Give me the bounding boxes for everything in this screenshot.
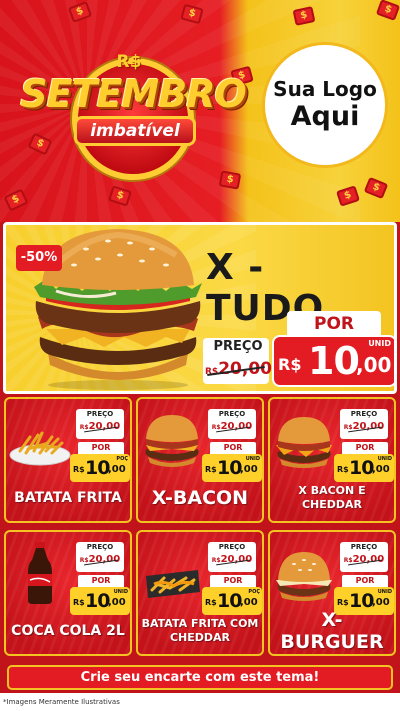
burger-image [276, 552, 332, 601]
por-label: POR [210, 442, 256, 454]
por-label: POR [287, 311, 381, 337]
money-bag-icon: $ [375, 0, 400, 21]
product-card-batata-cheddar[interactable]: PREÇO R$20,00 POR R$ 10 ,00 POÇ BATATA F… [136, 530, 264, 656]
por-label: POR [210, 575, 256, 587]
featured-price: R$ 10 ,00 UNID [272, 335, 394, 387]
price-cents: ,00 [108, 464, 126, 475]
price-integer: 10 [349, 457, 374, 479]
old-price-label: PREÇO [86, 543, 114, 551]
price-integer: 10 [217, 590, 242, 612]
product-card-x-burguer[interactable]: PREÇO R$20,00 POR R$ 10 ,00 UNID X-BURGU… [268, 530, 396, 656]
old-price-label: PREÇO [86, 410, 114, 418]
price-integer: 10 [217, 457, 242, 479]
featured-product[interactable]: -50% X - TUDO PREÇO R$20,00 POR R$ 10 ,0… [3, 222, 397, 394]
create-flyer-button[interactable]: Crie seu encarte com este tema! [7, 665, 393, 690]
header-banner: $ $ $ $ $ $ $ $ $ $ $ R$ SETEMBRO imbatí… [0, 0, 400, 222]
discount-badge: -50% [16, 245, 62, 271]
old-price: R$20,00 [205, 359, 272, 381]
price-integer: 10 [85, 590, 110, 612]
price-currency: R$ [73, 465, 85, 474]
price-integer: 10 [85, 457, 110, 479]
price-currency: R$ [205, 465, 217, 474]
fries-image [9, 431, 71, 466]
old-price-label: PREÇO [350, 543, 378, 551]
old-price: R$20,00 [76, 421, 124, 437]
price-unit: POÇ [116, 456, 128, 462]
price-currency: R$ [278, 355, 302, 374]
soda-bottle-image [28, 542, 52, 604]
product-name: BATATA FRITA COM CHEDDAR [141, 617, 259, 644]
fries-cheddar-image [146, 570, 200, 598]
old-price: R$20,00 [340, 421, 388, 437]
old-price: R$20,00 [208, 554, 256, 570]
por-label: POR [78, 575, 124, 587]
por-label: POR [78, 442, 124, 454]
price-currency: R$ [337, 465, 349, 474]
headline: SETEMBRO [20, 72, 247, 116]
price-unit: POÇ [248, 589, 260, 595]
price-integer: 10 [308, 339, 360, 383]
product-name: X-BURGUER [280, 609, 384, 653]
logo-placeholder[interactable]: Sua Logo Aqui [265, 45, 385, 165]
product-name: X BACON E CHEDDAR [298, 484, 366, 511]
por-label: POR [342, 442, 388, 454]
currency-symbol: R$ [116, 52, 142, 72]
price-unit: UNID [113, 589, 128, 595]
price-cents: ,00 [372, 597, 390, 608]
burger-image [276, 417, 332, 468]
money-bag-icon: $ [363, 176, 389, 200]
price-currency: R$ [73, 598, 85, 607]
old-price-label: PREÇO [350, 410, 378, 418]
price-currency: R$ [205, 598, 217, 607]
old-price-label: PREÇO [218, 543, 246, 551]
por-label: POR [342, 575, 388, 587]
price-unit: UNID [377, 456, 392, 462]
price-unit: UNID [368, 339, 391, 348]
price-cents: ,00 [356, 353, 392, 377]
disclaimer-text: *Imagens Meramente Ilustrativas [0, 693, 400, 711]
old-price: R$20,00 [340, 554, 388, 570]
product-card-batata-frita[interactable]: PREÇO R$20,00 POR R$ 10 ,00 POÇ BATATA F… [4, 397, 132, 523]
price-cents: ,00 [372, 464, 390, 475]
old-price: R$20,00 [208, 421, 256, 437]
price-cents: ,00 [240, 597, 258, 608]
price-unit: UNID [377, 589, 392, 595]
burger-image [145, 415, 199, 467]
old-price-label: PREÇO [213, 339, 263, 354]
product-card-x-bacon-cheddar[interactable]: PREÇO R$20,00 POR R$ 10 ,00 UNID X BACON… [268, 397, 396, 523]
price-cents: ,00 [108, 597, 126, 608]
price-cents: ,00 [240, 464, 258, 475]
product-name: BATATA FRITA [14, 490, 122, 506]
tagline-ribbon: imbatível [74, 116, 196, 146]
product-card-x-bacon[interactable]: PREÇO R$20,00 POR R$ 10 ,00 UNID X-BACON [136, 397, 264, 523]
price-unit: UNID [245, 456, 260, 462]
logo-text-line1: Sua Logo [273, 77, 377, 101]
product-name: X-BACON [151, 487, 249, 509]
money-bag-icon: $ [218, 170, 242, 190]
product-card-coca-cola[interactable]: PREÇO R$20,00 POR R$ 10 ,00 UNID COCA CO… [4, 530, 132, 656]
logo-text-line2: Aqui [290, 101, 360, 132]
product-name: COCA COLA 2L [11, 623, 125, 639]
price-currency: R$ [337, 598, 349, 607]
old-price: R$20,00 [76, 554, 124, 570]
old-price-label: PREÇO [218, 410, 246, 418]
